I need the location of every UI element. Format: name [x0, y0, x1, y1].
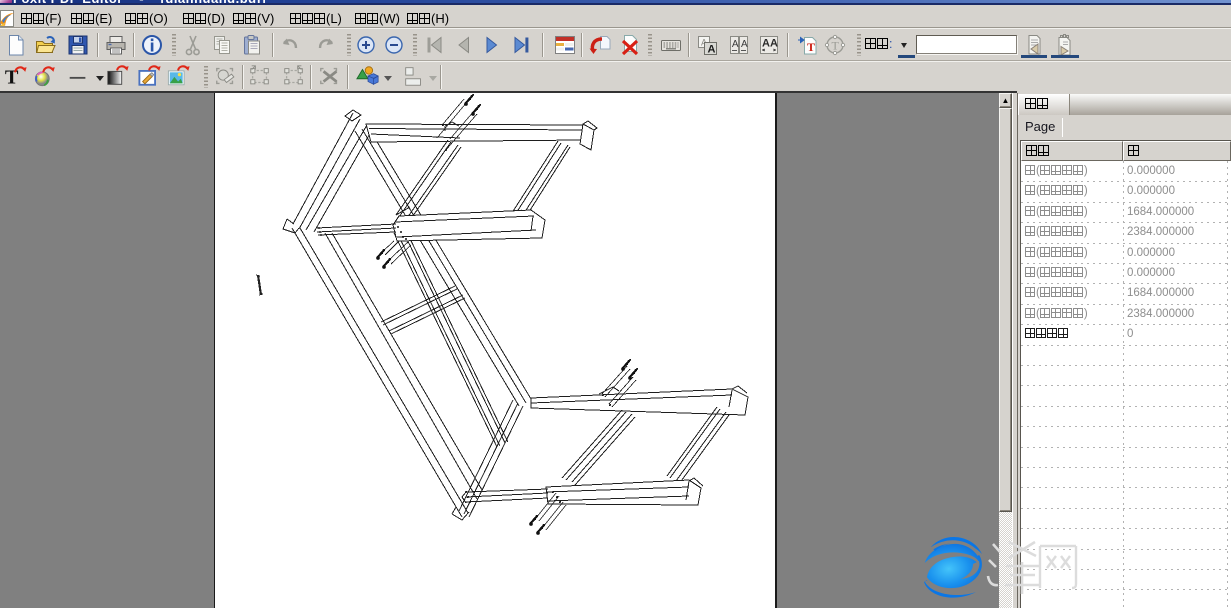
svg-text:T: T: [832, 39, 840, 53]
svg-text:T: T: [807, 40, 815, 54]
svg-text:A: A: [732, 39, 739, 50]
svg-text:AA: AA: [762, 38, 778, 50]
svg-text:A: A: [708, 44, 716, 56]
svg-text:A: A: [741, 39, 748, 50]
